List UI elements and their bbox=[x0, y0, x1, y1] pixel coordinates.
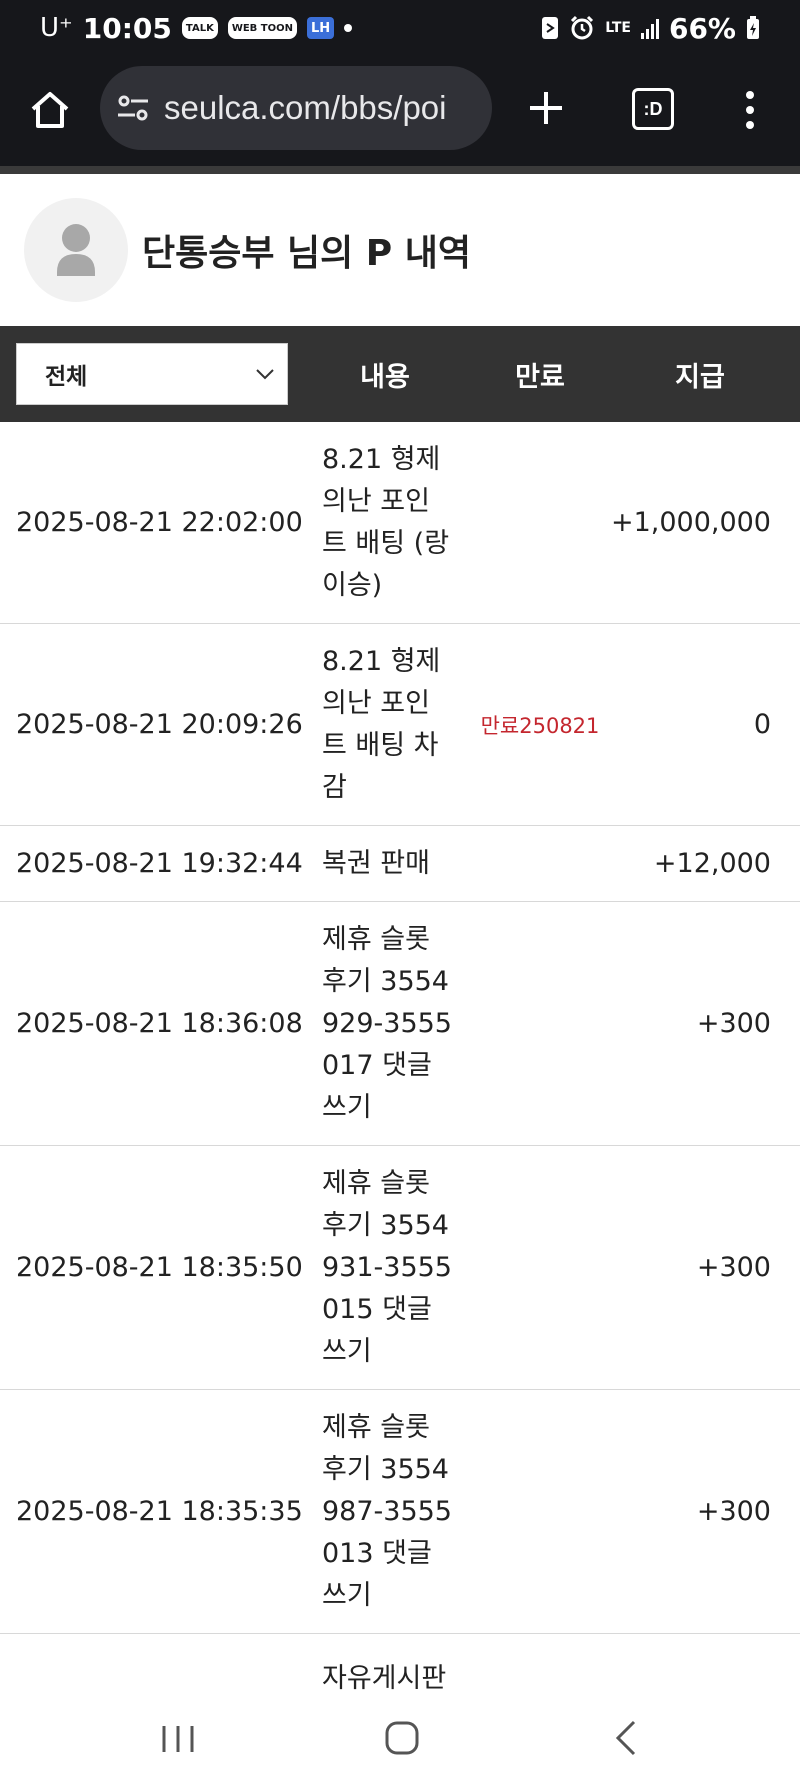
row-date: 2025-08-21 18:35:35 bbox=[16, 1496, 303, 1527]
status-bar-right: LTE 66% bbox=[541, 12, 760, 45]
url-text[interactable]: seulca.com/bbs/poi bbox=[164, 89, 446, 127]
column-header-expire: 만료 bbox=[515, 361, 565, 393]
row-amount: +300 bbox=[696, 1008, 771, 1039]
filter-select[interactable]: 전체 bbox=[16, 343, 288, 405]
more-menu-icon[interactable] bbox=[740, 88, 760, 132]
row-amount: +12,000 bbox=[653, 848, 771, 879]
table-header: 전체 내용 만료 지급 bbox=[0, 326, 800, 422]
signal-strength-icon bbox=[640, 17, 659, 39]
page-title: 단통승부 님의 P 내역 bbox=[142, 233, 471, 274]
row-expire bbox=[470, 826, 610, 901]
address-bar[interactable]: seulca.com/bbs/poi bbox=[100, 66, 492, 150]
row-date: 2025-08-21 20:09:26 bbox=[16, 709, 303, 740]
back-icon[interactable] bbox=[614, 1718, 638, 1758]
user-silhouette-icon bbox=[57, 224, 95, 276]
new-tab-icon[interactable] bbox=[524, 86, 568, 130]
row-expire bbox=[470, 1146, 610, 1389]
row-date: 2025-08-21 19:32:44 bbox=[16, 848, 303, 879]
row-expire: 만료250821 bbox=[480, 713, 600, 738]
avatar bbox=[24, 198, 128, 302]
status-bar: U⁺ 10:05 TALK WEB TOON LH LTE 66% bbox=[0, 0, 800, 56]
row-amount: +300 bbox=[696, 1252, 771, 1283]
row-expire bbox=[470, 1390, 610, 1633]
row-content: 복권 판매 bbox=[322, 847, 430, 879]
network-type-label: LTE bbox=[605, 20, 631, 36]
table-row: 2025-08-21 19:32:44 복권 판매 +12,000 bbox=[0, 826, 800, 902]
home-icon[interactable] bbox=[28, 88, 72, 132]
row-expire bbox=[470, 902, 610, 1145]
row-date: 2025-08-21 22:02:00 bbox=[16, 507, 303, 538]
row-expire bbox=[470, 422, 610, 623]
profile-header: 단통승부 님의 P 내역 bbox=[0, 174, 800, 326]
row-content: 제휴 슬롯 후기 3554987-3555013 댓글쓰기 bbox=[322, 1411, 452, 1611]
table-row: 2025-08-21 18:35:35 제휴 슬롯 후기 3554987-355… bbox=[0, 1390, 800, 1634]
site-settings-icon[interactable] bbox=[116, 91, 150, 125]
carrier-label: U⁺ bbox=[40, 13, 73, 43]
tab-switcher-button[interactable]: :D bbox=[632, 88, 674, 130]
alarm-icon bbox=[571, 15, 594, 40]
home-button-icon[interactable] bbox=[384, 1720, 420, 1756]
row-amount: 0 bbox=[753, 709, 771, 740]
nfc-icon bbox=[542, 17, 559, 39]
kakaotalk-icon: TALK bbox=[181, 17, 218, 39]
point-history-list: 2025-08-21 22:02:00 8.21 형제의난 포인트 배팅 (랑이… bbox=[0, 422, 800, 1754]
battery-percent: 66% bbox=[668, 11, 736, 45]
table-row: 2025-08-21 18:36:08 제휴 슬롯 후기 3554929-355… bbox=[0, 902, 800, 1146]
table-row: 2025-08-21 22:02:00 8.21 형제의난 포인트 배팅 (랑이… bbox=[0, 422, 800, 624]
recent-apps-icon[interactable] bbox=[160, 1722, 196, 1756]
chevron-down-icon bbox=[256, 369, 274, 380]
browser-toolbar: seulca.com/bbs/poi :D bbox=[0, 56, 800, 166]
row-date: 2025-08-21 18:36:08 bbox=[16, 1008, 303, 1039]
table-row: 2025-08-21 20:09:26 8.21 형제의난 포인트 배팅 차감 … bbox=[0, 624, 800, 826]
lh-app-icon: LH bbox=[306, 17, 335, 39]
row-content: 제휴 슬롯 후기 3554931-3555015 댓글쓰기 bbox=[322, 1167, 452, 1367]
system-nav-bar bbox=[0, 1694, 800, 1784]
column-header-content: 내용 bbox=[360, 361, 410, 393]
row-content: 8.21 형제의난 포인트 배팅 (랑이승) bbox=[322, 443, 450, 601]
notification-dot-icon bbox=[344, 24, 353, 32]
row-date: 2025-08-21 18:35:50 bbox=[16, 1252, 303, 1283]
status-bar-left: U⁺ 10:05 TALK WEB TOON LH bbox=[40, 11, 353, 45]
row-content: 제휴 슬롯 후기 3554929-3555017 댓글쓰기 bbox=[322, 923, 452, 1123]
row-content: 8.21 형제의난 포인트 배팅 차감 bbox=[322, 645, 441, 803]
battery-charging-icon bbox=[747, 16, 759, 39]
status-time: 10:05 bbox=[82, 11, 172, 45]
table-row: 2025-08-21 18:35:50 제휴 슬롯 후기 3554931-355… bbox=[0, 1146, 800, 1390]
filter-select-value: 전체 bbox=[45, 364, 88, 390]
webtoon-icon: WEB TOON bbox=[227, 17, 297, 39]
row-amount: +300 bbox=[696, 1496, 771, 1527]
toolbar-divider bbox=[0, 166, 800, 174]
column-header-pay: 지급 bbox=[675, 361, 725, 393]
row-amount: +1,000,000 bbox=[610, 507, 771, 538]
